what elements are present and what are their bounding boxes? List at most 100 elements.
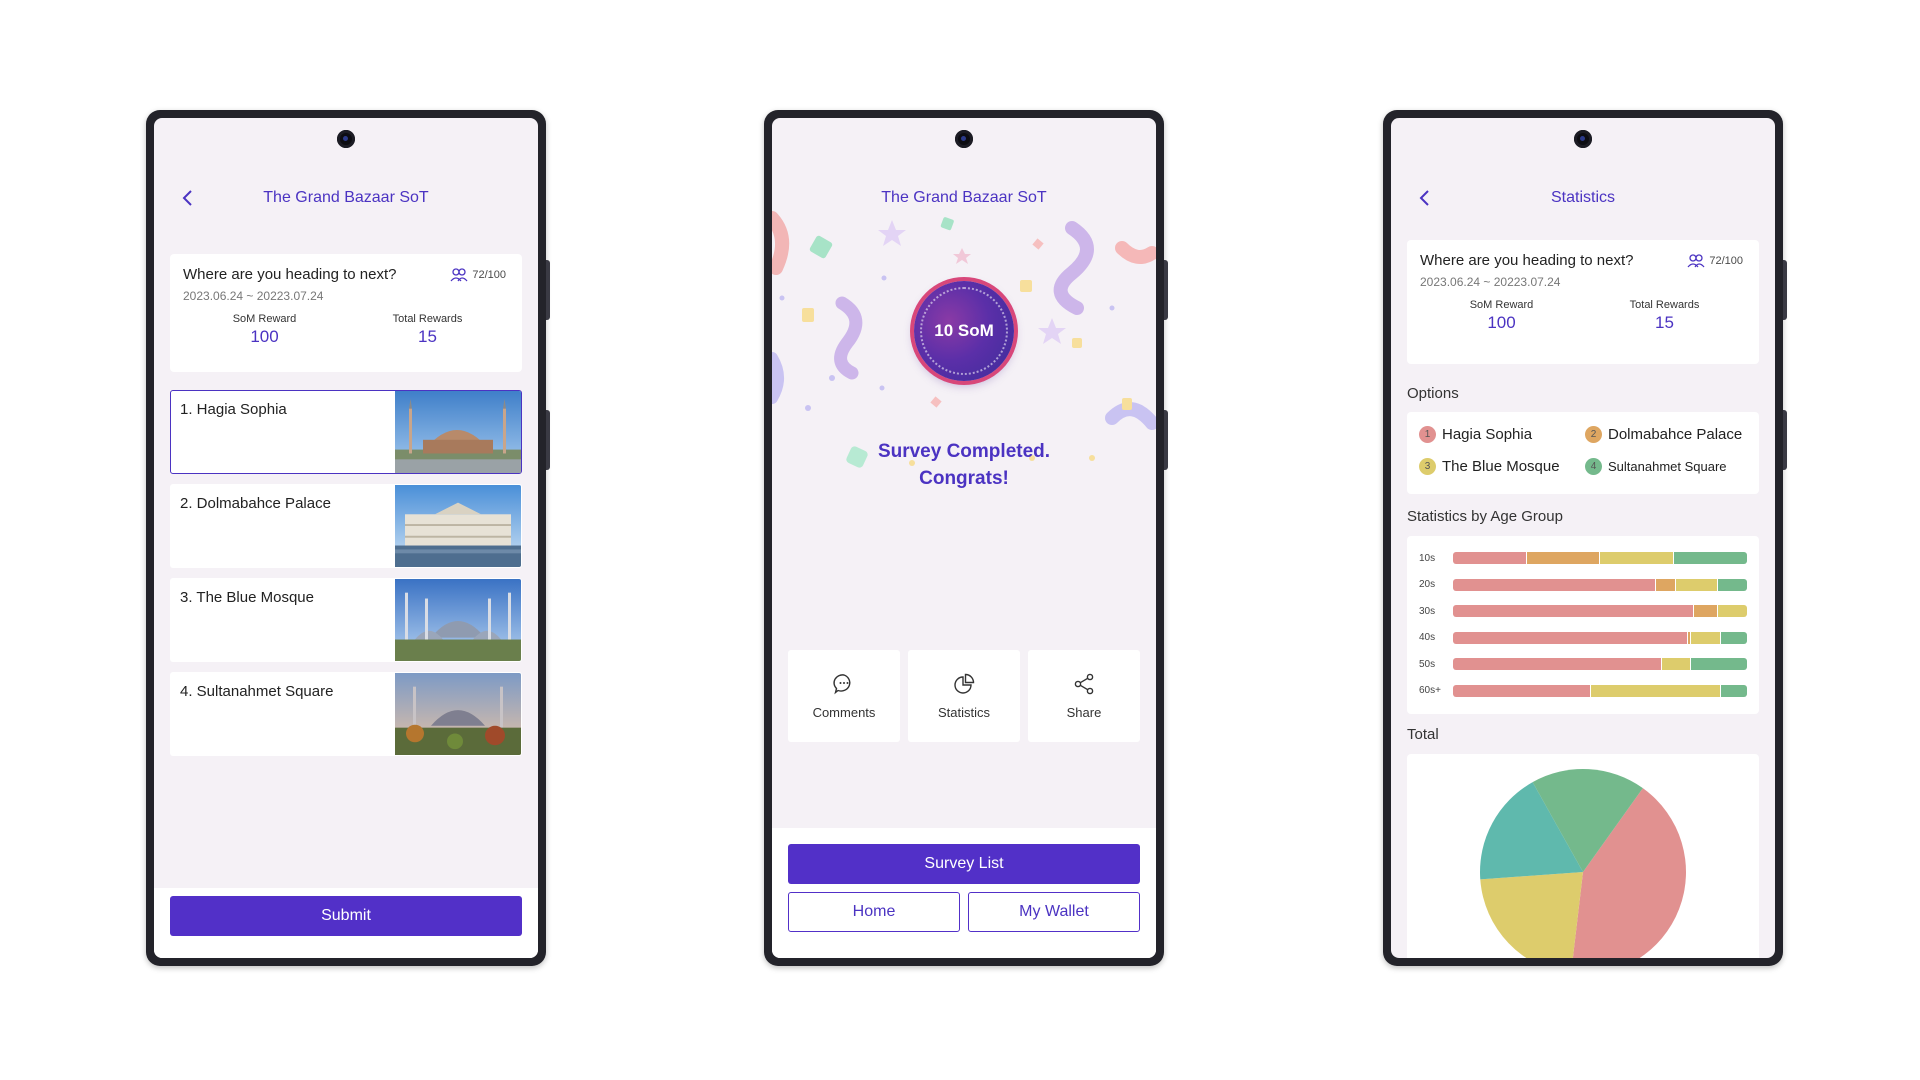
option-hagia-sophia[interactable]: 1. Hagia Sophia — [170, 390, 522, 474]
statistics-screen: Statistics Where are you heading to next… — [1391, 118, 1775, 958]
total-heading: Total — [1407, 726, 1439, 743]
survey-date-range: 2023.06.24 ~ 20223.07.24 — [1420, 275, 1561, 289]
sultanahmet-square-image — [395, 673, 521, 755]
legend-label: The Blue Mosque — [1442, 458, 1560, 475]
pie-chart-icon — [954, 673, 975, 694]
legend-label: Dolmabahce Palace — [1608, 426, 1743, 443]
participant-count-text: 72/100 — [472, 269, 506, 281]
age-row-40s: 40s — [1419, 631, 1747, 644]
completion-message-line1: Survey Completed. — [877, 441, 1051, 462]
bar-segment-option-1 — [1453, 605, 1695, 617]
som-reward: SoM Reward 100 — [1420, 299, 1583, 333]
back-arrow-icon[interactable] — [178, 188, 198, 208]
total-rewards-label: Total Rewards — [392, 313, 463, 325]
top-bar: The Grand Bazaar SoT — [154, 184, 538, 212]
hagia-sophia-image — [395, 391, 521, 473]
bar-segment-option-2 — [1655, 578, 1677, 591]
total-chart-card — [1407, 754, 1759, 958]
front-camera — [337, 130, 355, 148]
top-bar: Statistics — [1391, 184, 1775, 212]
home-button[interactable]: Home — [788, 892, 960, 932]
phone-statistics-screen: Statistics Where are you heading to next… — [1383, 110, 1787, 966]
bar-segment-option-3 — [1591, 684, 1721, 697]
bar-segment-option-1 — [1453, 552, 1527, 564]
participant-count: 72/100 — [450, 268, 506, 282]
bar-segment-option-4 — [1717, 578, 1747, 591]
comment-icon — [833, 673, 851, 694]
stacked-bar — [1453, 658, 1747, 670]
people-icon — [450, 268, 468, 282]
age-label: 10s — [1419, 552, 1436, 564]
survey-summary-card: Where are you heading to next? 72/100 20… — [1407, 240, 1759, 364]
legend-option-2: 2 Dolmabahce Palace — [1585, 426, 1742, 443]
phone-vote-screen: The Grand Bazaar SoT Where are you headi… — [146, 110, 550, 966]
age-label: 50s — [1419, 658, 1436, 670]
legend-option-4: 4 Sultanahmet Square — [1585, 458, 1727, 475]
bar-segment-option-1 — [1453, 658, 1662, 670]
age-row-60s+: 60s+ — [1419, 684, 1747, 697]
bar-segment-option-3 — [1717, 605, 1747, 617]
survey-date-range: 2023.06.24 ~ 20223.07.24 — [183, 289, 324, 303]
completion-message-line2: Congrats! — [919, 468, 1009, 489]
share-tile[interactable]: Share — [1028, 650, 1140, 742]
bar-segment-option-4 — [1720, 684, 1747, 697]
statistics-label: Statistics — [937, 704, 990, 720]
total-rewards-value: 15 — [1655, 313, 1674, 332]
legend-option-1: 1 Hagia Sophia — [1419, 426, 1532, 443]
options-heading: Options — [1407, 385, 1459, 402]
bar-segment-option-3 — [1691, 631, 1721, 644]
pie-slice-3 — [1480, 872, 1583, 958]
bar-segment-option-4 — [1673, 552, 1747, 564]
legend-number: 3 — [1419, 458, 1436, 475]
som-reward-label: SoM Reward — [232, 313, 297, 325]
people-icon — [1687, 254, 1705, 268]
comments-tile[interactable]: Comments — [788, 650, 900, 742]
bar-segment-option-4 — [1691, 658, 1747, 670]
comments-label: Comments — [812, 704, 876, 720]
bar-segment-option-4 — [1720, 631, 1747, 644]
stacked-bar — [1453, 605, 1747, 617]
bar-segment-option-1 — [1453, 684, 1592, 697]
option-dolmabahce-palace[interactable]: 2. Dolmabahce Palace — [170, 484, 522, 568]
total-rewards-value: 15 — [418, 327, 437, 346]
bar-segment-option-3 — [1661, 658, 1692, 670]
option-label: 4. Sultanahmet Square — [180, 683, 334, 700]
legend-label: Sultanahmet Square — [1608, 459, 1727, 474]
bar-segment-option-2 — [1526, 552, 1600, 564]
legend-number: 4 — [1585, 458, 1602, 475]
legend-option-3: 3 The Blue Mosque — [1419, 458, 1560, 475]
age-label: 20s — [1419, 579, 1436, 590]
total-rewards: Total Rewards 15 — [1583, 299, 1746, 333]
blue-mosque-image — [395, 579, 521, 661]
age-label: 30s — [1419, 605, 1436, 617]
statistics-tile[interactable]: Statistics — [908, 650, 1020, 742]
rewards-row: SoM Reward 100 Total Rewards 15 — [1420, 299, 1746, 333]
dolmabahce-palace-image — [395, 485, 521, 567]
options-legend-card: 1 Hagia Sophia 2 Dolmabahce Palace 3 The… — [1407, 412, 1759, 494]
front-camera — [1574, 130, 1592, 148]
survey-summary-card: Where are you heading to next? 72/100 20… — [170, 254, 522, 372]
option-blue-mosque[interactable]: 3. The Blue Mosque — [170, 578, 522, 662]
page-title: The Grand Bazaar SoT — [263, 189, 429, 206]
my-wallet-button[interactable]: My Wallet — [968, 892, 1140, 932]
bar-segment-option-3 — [1600, 552, 1674, 564]
stacked-bar — [1453, 684, 1747, 697]
option-sultanahmet-square[interactable]: 4. Sultanahmet Square — [170, 672, 522, 756]
som-reward: SoM Reward 100 — [183, 313, 346, 347]
submit-area: Submit — [154, 888, 538, 958]
som-reward-value: 100 — [1487, 313, 1516, 332]
share-icon — [1074, 673, 1094, 694]
front-camera — [955, 130, 973, 148]
submit-button[interactable]: Submit — [170, 896, 522, 936]
survey-list-button[interactable]: Survey List — [788, 844, 1140, 884]
age-group-heading: Statistics by Age Group — [1407, 508, 1563, 525]
coin-label: 10 SoM — [934, 321, 994, 340]
share-label: Share — [1066, 704, 1102, 720]
stacked-bar — [1453, 631, 1747, 644]
legend-number: 2 — [1585, 426, 1602, 443]
som-reward-label: SoM Reward — [1469, 299, 1534, 311]
option-label: 3. The Blue Mosque — [180, 589, 314, 606]
bar-segment-option-2 — [1694, 605, 1718, 617]
participant-count: 72/100 — [1687, 254, 1743, 268]
back-arrow-icon[interactable] — [1415, 188, 1435, 208]
